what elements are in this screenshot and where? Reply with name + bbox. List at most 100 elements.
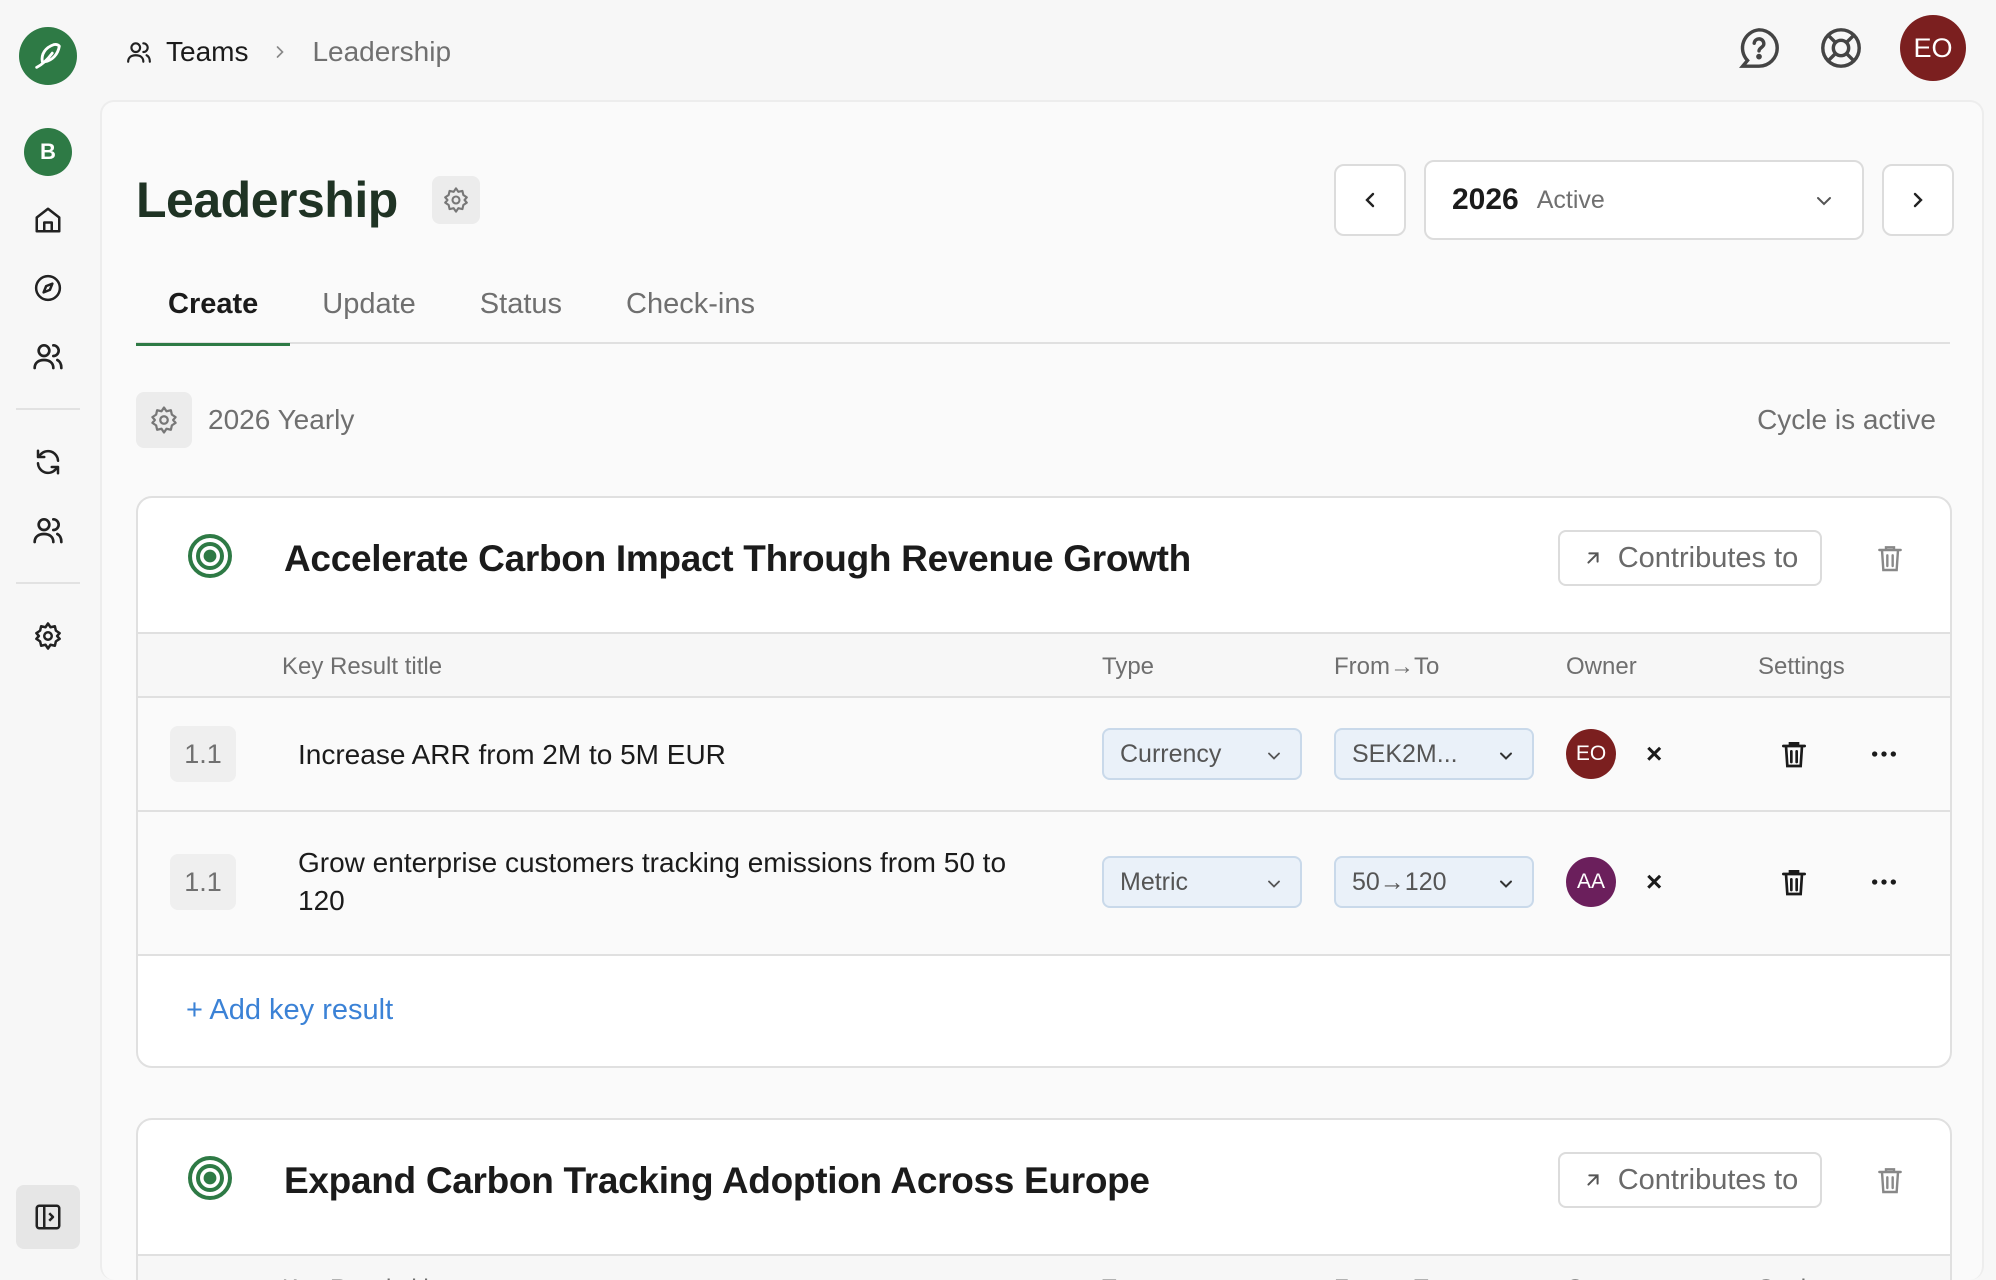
- people-icon[interactable]: [30, 338, 66, 374]
- type-value: Metric: [1120, 867, 1189, 896]
- from-to-select[interactable]: 50→120: [1334, 856, 1534, 908]
- cycle-name: 2026 Yearly: [208, 404, 355, 435]
- workspace-avatar[interactable]: B: [24, 128, 72, 176]
- cycle-select[interactable]: 2026 Active: [1424, 160, 1864, 240]
- column-header-title: Key Result title: [282, 653, 443, 680]
- key-results-header: Key Result title Type From→To Owner Sett…: [138, 632, 1950, 698]
- chevron-down-icon: [1268, 752, 1280, 760]
- objective-header: Expand Carbon Tracking Adoption Across E…: [138, 1120, 1950, 1254]
- delete-key-result-icon[interactable]: [1778, 738, 1810, 770]
- title-row: Leadership: [136, 170, 480, 230]
- cycle-active-text: Cycle is active: [1757, 404, 1936, 435]
- left-rail: B: [0, 0, 100, 1280]
- key-result-title[interactable]: Increase ARR from 2M to 5M EUR: [298, 736, 1058, 774]
- cycle-info-row: 2026 Yearly Cycle is active: [136, 392, 1950, 448]
- tab-bar: Create Update Status Check-ins: [136, 278, 1950, 346]
- column-header-title: Key Result title: [282, 1275, 442, 1280]
- cycle-year: 2026: [1452, 183, 1519, 216]
- objective-title[interactable]: Accelerate Carbon Impact Through Revenue…: [284, 538, 1191, 580]
- top-actions: EO: [1736, 14, 1966, 82]
- from-to-value: SEK2M...: [1352, 739, 1458, 768]
- remove-owner-icon[interactable]: ×: [1646, 866, 1662, 898]
- column-header-type: Type: [1102, 1275, 1154, 1280]
- type-value: Currency: [1120, 739, 1222, 768]
- key-result-number: 1.1: [170, 726, 236, 782]
- contributes-to-label: Contributes to: [1617, 1163, 1799, 1196]
- more-options-icon[interactable]: [1868, 738, 1900, 770]
- target-icon: [188, 1156, 232, 1200]
- column-header-type: Type: [1102, 653, 1155, 680]
- contributes-to-button[interactable]: Contributes to: [1558, 1152, 1822, 1208]
- help-icon[interactable]: [1736, 25, 1782, 71]
- tab-check-ins[interactable]: Check-ins: [594, 278, 787, 344]
- key-results-header: Key Result title Type From→To Owner Sett…: [138, 1254, 1950, 1280]
- objective-card: Accelerate Carbon Impact Through Revenue…: [136, 496, 1952, 1068]
- chevron-left-icon: [1365, 192, 1375, 208]
- column-header-settings: Settings: [1758, 1275, 1845, 1280]
- tab-create[interactable]: Create: [136, 278, 291, 346]
- cycle-settings-button[interactable]: [136, 392, 192, 448]
- rail-divider: [16, 582, 80, 584]
- cycle-status: Active: [1536, 185, 1605, 214]
- contributes-to-button[interactable]: Contributes to: [1558, 530, 1822, 586]
- top-bar: Teams Leadership EO: [100, 0, 1996, 100]
- target-icon: [188, 534, 232, 578]
- add-key-result-link[interactable]: + Add key result: [186, 994, 393, 1027]
- gear-icon: [443, 187, 468, 213]
- chevron-down-icon: [1500, 752, 1512, 760]
- tab-update[interactable]: Update: [290, 278, 448, 344]
- settings-icon[interactable]: [30, 618, 66, 654]
- breadcrumb: Teams Leadership: [126, 32, 451, 72]
- app-logo-icon[interactable]: [19, 27, 77, 85]
- delete-key-result-icon[interactable]: [1778, 866, 1810, 898]
- column-header-from-to: From→To: [1334, 1275, 1439, 1280]
- page-title: Leadership: [136, 172, 398, 228]
- add-key-result-row: + Add key result: [138, 956, 1950, 1066]
- owner-avatar[interactable]: EO: [1566, 729, 1616, 779]
- delete-objective-icon[interactable]: [1874, 542, 1906, 574]
- remove-owner-icon[interactable]: ×: [1646, 738, 1662, 770]
- refresh-icon[interactable]: [30, 444, 66, 480]
- breadcrumb-teams[interactable]: Teams: [166, 36, 248, 68]
- from-to-select[interactable]: SEK2M...: [1334, 728, 1534, 780]
- chevron-down-icon: [1500, 880, 1512, 888]
- breadcrumb-current: Leadership: [312, 36, 452, 67]
- contributes-to-label: Contributes to: [1617, 541, 1799, 574]
- compass-icon[interactable]: [30, 270, 66, 306]
- team-icon[interactable]: [30, 512, 66, 548]
- previous-cycle-button[interactable]: [1334, 164, 1406, 236]
- from-to-value: 50→120: [1352, 867, 1447, 896]
- team-icon: [127, 42, 151, 63]
- chevron-down-icon: [1268, 880, 1280, 888]
- key-result-number: 1.1: [170, 854, 236, 910]
- more-options-icon[interactable]: [1868, 866, 1900, 898]
- rail-divider: [16, 408, 80, 410]
- support-lifebuoy-icon[interactable]: [1818, 25, 1864, 71]
- objective-card: Expand Carbon Tracking Adoption Across E…: [136, 1118, 1952, 1280]
- home-icon[interactable]: [30, 202, 66, 238]
- sidebar-toggle-icon: [35, 1204, 61, 1230]
- objective-title[interactable]: Expand Carbon Tracking Adoption Across E…: [284, 1160, 1150, 1202]
- type-select[interactable]: Currency: [1102, 728, 1302, 780]
- gear-icon: [151, 406, 177, 434]
- chevron-down-icon: [1817, 197, 1831, 206]
- chevron-right-icon: [277, 46, 285, 58]
- tab-status[interactable]: Status: [448, 278, 594, 344]
- next-cycle-button[interactable]: [1882, 164, 1954, 236]
- main-panel: Leadership 2026 Active Create Update Sta…: [100, 100, 1984, 1280]
- team-settings-button[interactable]: [431, 176, 480, 224]
- collapse-sidebar-button[interactable]: [16, 1185, 80, 1249]
- key-result-row: 1.1 Grow enterprise customers tracking e…: [138, 812, 1950, 956]
- user-avatar[interactable]: EO: [1900, 15, 1966, 81]
- cycle-navigator: 2026 Active: [1334, 160, 1954, 240]
- owner-avatar[interactable]: AA: [1566, 857, 1616, 907]
- column-header-owner: Owner: [1566, 653, 1637, 680]
- arrow-up-right-icon: [1587, 1174, 1599, 1186]
- key-result-row: 1.1 Increase ARR from 2M to 5M EUR Curre…: [138, 698, 1950, 812]
- delete-objective-icon[interactable]: [1874, 1164, 1906, 1196]
- key-result-title[interactable]: Grow enterprise customers tracking emiss…: [298, 844, 1058, 920]
- type-select[interactable]: Metric: [1102, 856, 1302, 908]
- objective-header: Accelerate Carbon Impact Through Revenue…: [138, 498, 1950, 632]
- column-header-settings: Settings: [1758, 653, 1845, 680]
- column-header-from-to: From→To: [1334, 653, 1440, 680]
